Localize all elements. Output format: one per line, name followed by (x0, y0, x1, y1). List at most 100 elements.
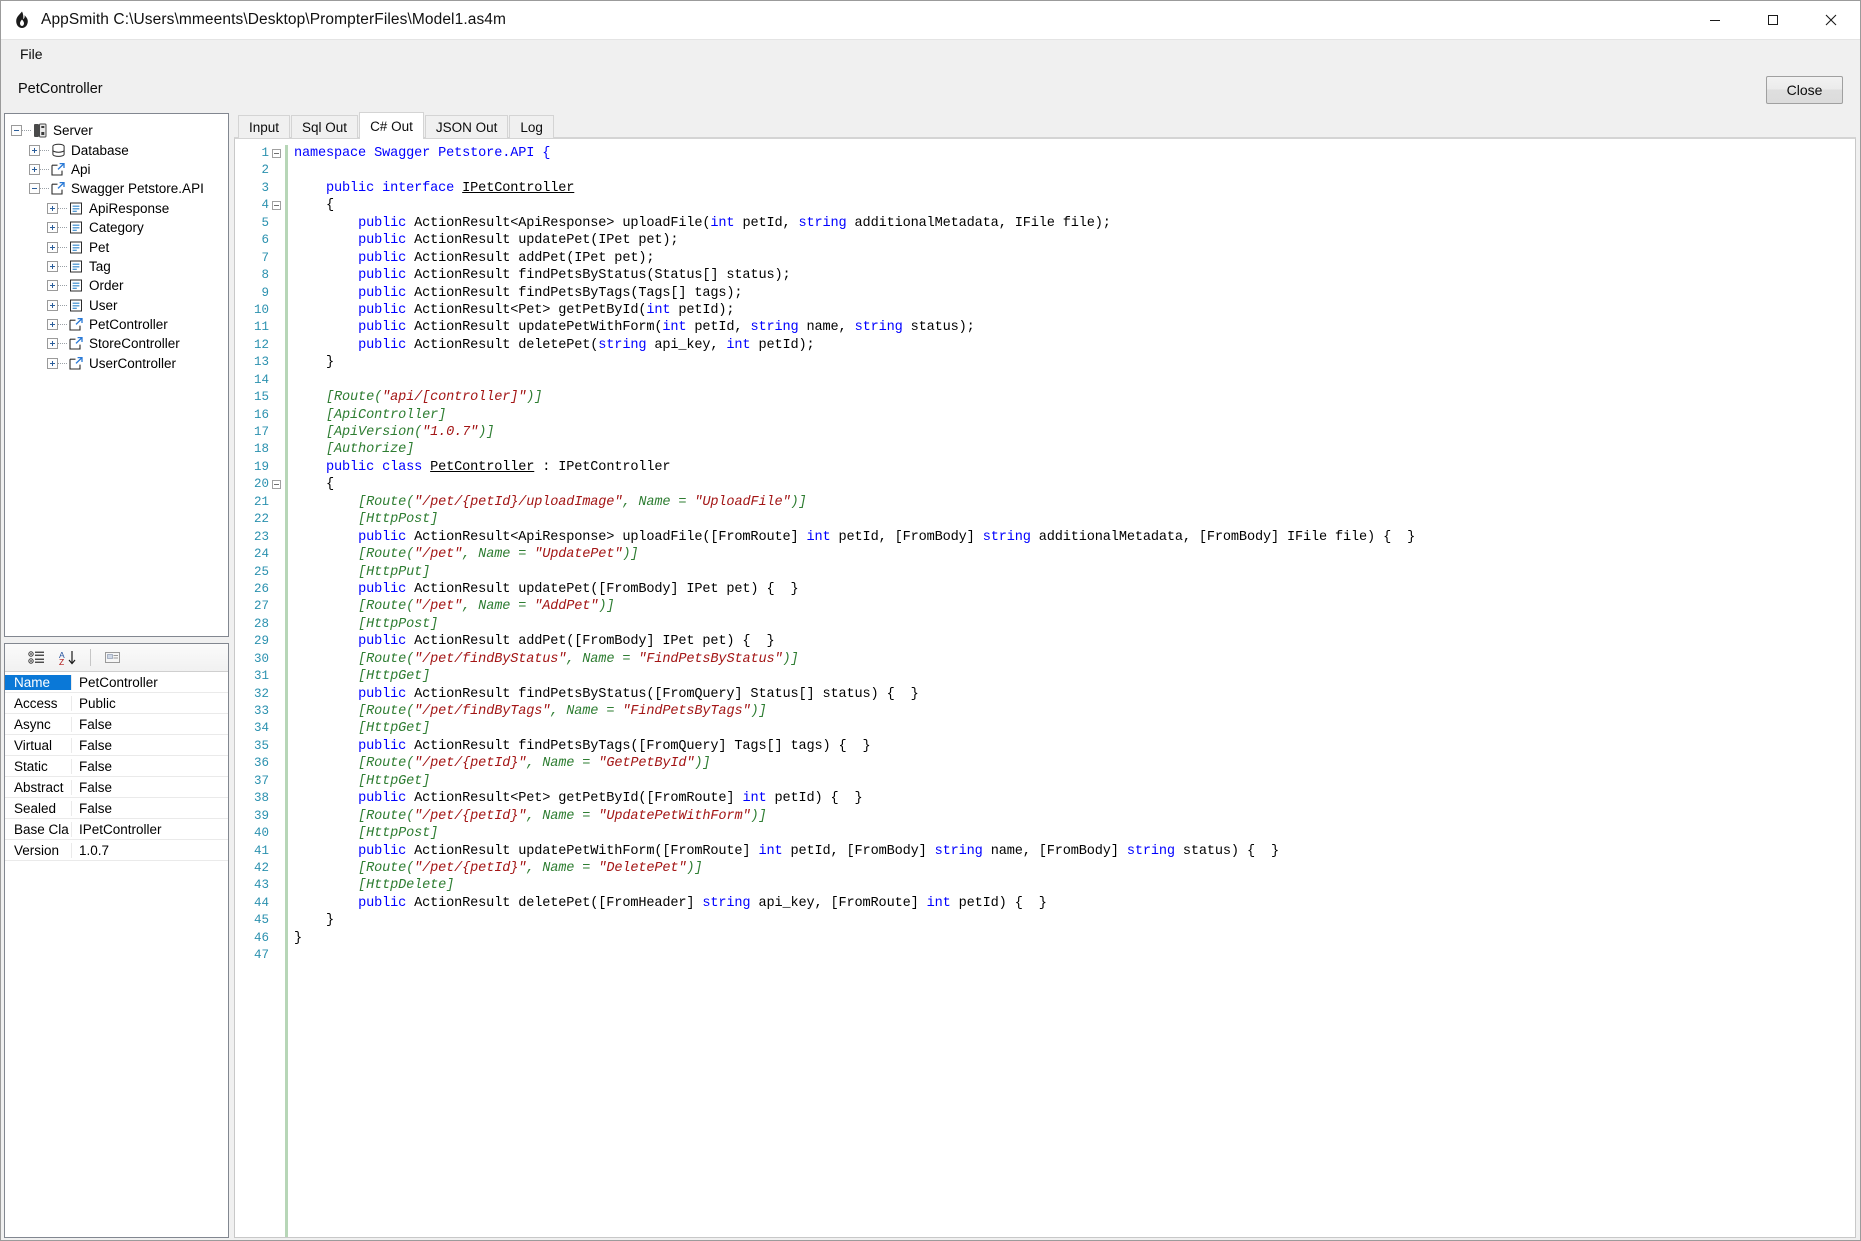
tree-node[interactable]: User (11, 296, 228, 315)
code-content[interactable]: namespace Swagger Petstore.API { public … (288, 139, 1855, 1237)
line-number: 46 (253, 930, 269, 945)
expand-icon[interactable] (47, 241, 58, 253)
tree-node[interactable]: UserController (11, 354, 228, 373)
property-pages-button[interactable] (102, 647, 124, 668)
tree-node[interactable]: StoreController (11, 334, 228, 353)
property-value[interactable]: False (71, 737, 228, 753)
tab-input[interactable]: Input (238, 115, 291, 138)
property-row[interactable]: Version 1.0.7 (5, 840, 228, 861)
property-value[interactable]: False (71, 758, 228, 774)
fold-slot (271, 511, 285, 528)
expand-icon[interactable] (29, 144, 40, 156)
code-token: petId); (670, 302, 735, 318)
property-value[interactable]: 1.0.7 (71, 842, 228, 858)
maximize-button[interactable] (1744, 1, 1802, 38)
property-value[interactable]: Public (71, 695, 228, 711)
code-token: } (294, 913, 335, 929)
code-token: , Name = (622, 494, 695, 510)
tree-node[interactable]: Swagger Petstore.API (11, 179, 228, 198)
property-row[interactable]: Base Cla IPetController (5, 819, 228, 840)
code-token: name, [FromBody] (982, 843, 1127, 859)
fold-slot (271, 668, 285, 685)
expand-icon[interactable] (47, 222, 58, 234)
tree-node[interactable]: Tag (11, 257, 228, 276)
property-value[interactable]: PetController (71, 674, 228, 690)
expand-icon[interactable] (47, 299, 58, 311)
expand-icon[interactable] (47, 357, 58, 369)
menu-item-file[interactable]: File (7, 42, 56, 67)
sort-alphabetical-button[interactable]: A Z (57, 647, 79, 668)
property-value[interactable]: False (71, 800, 228, 816)
expand-icon[interactable] (47, 202, 58, 214)
code-line: { (294, 197, 1855, 214)
property-value[interactable]: IPetController (71, 821, 228, 837)
fold-collapse-icon[interactable] (272, 201, 281, 211)
line-number: 33 (253, 704, 269, 718)
tree-node[interactable]: Category (11, 218, 228, 237)
tab-json-out[interactable]: JSON Out (424, 115, 509, 138)
collapse-icon[interactable] (29, 183, 40, 195)
code-token: [HttpPost] (358, 512, 439, 528)
property-row[interactable]: Sealed False (5, 798, 228, 819)
properties-grid[interactable]: Name PetController Access Public Async False V… (5, 672, 228, 1237)
property-name: Virtual (14, 737, 53, 753)
code-token: int (926, 895, 951, 911)
tree-node[interactable]: Api (11, 160, 228, 179)
property-value[interactable]: False (71, 779, 228, 795)
fold-slot[interactable] (271, 197, 285, 214)
expand-icon[interactable] (47, 260, 58, 272)
fold-collapse-icon[interactable] (272, 149, 281, 158)
property-value[interactable]: False (71, 716, 228, 732)
expand-icon[interactable] (47, 338, 58, 350)
tree-node[interactable]: Pet (11, 237, 228, 256)
tree-node[interactable]: Database (11, 140, 228, 159)
expand-icon[interactable] (29, 163, 40, 175)
tree-node-label: Tag (89, 258, 111, 274)
tab-sql-out[interactable]: Sql Out (291, 115, 359, 138)
expand-icon[interactable] (47, 280, 58, 292)
tree-connector (58, 285, 67, 286)
property-row[interactable]: Virtual False (5, 735, 228, 756)
line-number: 28 (253, 616, 269, 631)
expand-icon[interactable] (47, 319, 58, 331)
collapse-icon[interactable] (11, 125, 22, 137)
code-line: } (294, 930, 1855, 947)
code-line: public ActionResult findPetsByStatus(Sta… (294, 267, 1855, 284)
code-token: "GetPetById" (598, 756, 695, 772)
tree-node[interactable]: ApiResponse (11, 199, 228, 218)
line-number: 3 (261, 180, 269, 195)
property-row[interactable]: Static False (5, 756, 228, 777)
tree-node[interactable]: Order (11, 276, 228, 295)
fold-margin[interactable] (271, 139, 285, 1237)
code-token: )] (790, 494, 807, 510)
fold-slot (271, 686, 285, 703)
property-row[interactable]: Abstract False (5, 777, 228, 798)
fold-slot (271, 947, 285, 964)
close-window-button[interactable] (1802, 1, 1860, 38)
fold-slot[interactable] (271, 145, 285, 162)
fold-collapse-icon[interactable] (272, 480, 281, 490)
tab-log[interactable]: Log (509, 115, 554, 138)
fold-slot[interactable] (271, 476, 285, 493)
property-row[interactable]: Async False (5, 714, 228, 735)
categorized-view-button[interactable] (26, 647, 48, 668)
properties-toolbar: A Z (5, 644, 228, 672)
minimize-button[interactable] (1686, 1, 1744, 38)
code-editor[interactable]: 1 2 3 4 5 6 7 8 9 10 11 12 13 14 15 16 17 18 19 20 21 22 23 24 2… (234, 138, 1856, 1238)
tree-panel[interactable]: Server Database Api Swagger Petstore.API Api… (4, 113, 229, 637)
line-number: 8 (261, 268, 269, 283)
code-token: petId) { } (950, 895, 1047, 911)
tab-c-out[interactable]: C# Out (359, 112, 424, 139)
property-row[interactable]: Name PetController (5, 672, 228, 693)
tree-node[interactable]: Server (11, 121, 228, 140)
fold-slot (271, 860, 285, 877)
code-token: ActionResult findPetsByStatus(Status[] s… (406, 268, 791, 284)
close-button[interactable]: Close (1766, 76, 1843, 104)
property-row[interactable]: Access Public (5, 693, 228, 714)
tree-node[interactable]: PetController (11, 315, 228, 334)
